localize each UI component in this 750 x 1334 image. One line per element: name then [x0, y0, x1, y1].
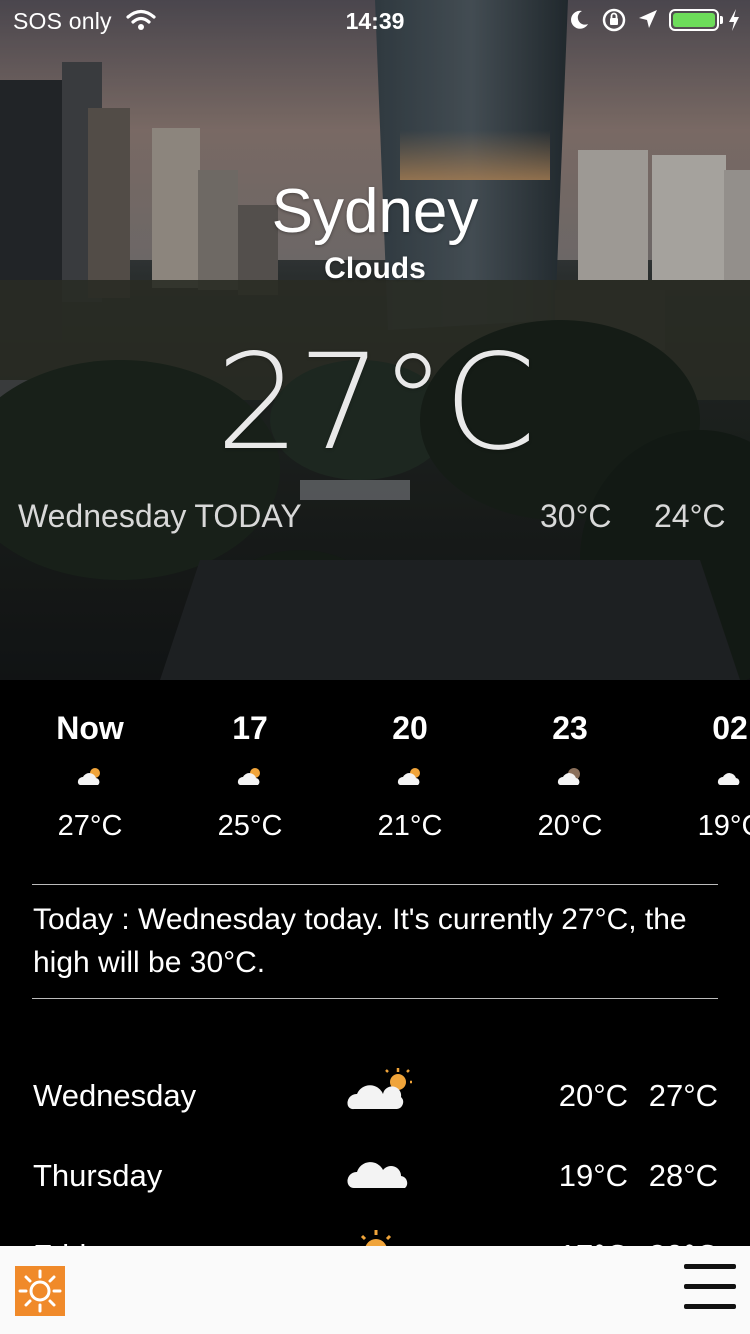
rotation-lock-icon — [601, 8, 627, 38]
hourly-forecast[interactable]: Now 27°C 17 25°C 20 21°C 23 20°C 02 19°C — [0, 680, 750, 885]
moon-icon — [568, 9, 590, 37]
partly-cloudy-day-icon — [344, 1066, 414, 1121]
charging-bolt-icon — [727, 8, 741, 38]
hour-label: 02 — [712, 710, 748, 746]
partly-cloudy-day-icon — [170, 754, 330, 798]
menu-icon — [684, 1304, 736, 1309]
daily-row: Wednesday 20°C 27°C — [0, 1066, 750, 1126]
today-summary: Today : Wednesday today. It's currently … — [33, 903, 687, 979]
hour-temp: 25°C — [217, 810, 283, 842]
current-temperature: 27°C — [215, 326, 536, 480]
daily-day-name: Wednesday — [33, 1078, 197, 1113]
today-low: 24°C — [654, 498, 726, 534]
hourly-item: 17 25°C — [170, 710, 330, 843]
daily-low: 20°C — [558, 1078, 628, 1113]
cloud-icon — [344, 1146, 414, 1201]
hero-background: SOS only 14:39 Sydney Clouds 27°C Wednes… — [0, 0, 750, 680]
hour-temp: 20°C — [537, 810, 603, 842]
daily-row: Thursday 19°C 28°C — [0, 1146, 750, 1206]
battery-tip — [720, 16, 723, 24]
hourly-item: Now 27°C — [10, 710, 170, 843]
hourly-item: 23 20°C — [490, 710, 650, 843]
weather-button[interactable] — [15, 1266, 65, 1316]
partly-cloudy-day-icon — [330, 754, 490, 798]
sun-icon — [18, 1269, 62, 1313]
hour-label: 23 — [552, 710, 588, 746]
hour-label: 17 — [232, 710, 268, 746]
status-bar: SOS only 14:39 — [0, 0, 750, 40]
daily-high: 28°C — [648, 1158, 718, 1193]
menu-icon — [684, 1284, 736, 1289]
hour-temp: 21°C — [377, 810, 443, 842]
hour-temp: 19°C — [697, 810, 750, 842]
daily-high: 27°C — [648, 1078, 718, 1113]
today-day-name: Wednesday — [18, 498, 187, 534]
partly-cloudy-day-icon — [10, 754, 170, 798]
current-condition: Clouds — [324, 252, 426, 285]
daily-low: 19°C — [558, 1158, 628, 1193]
hourly-item: 20 21°C — [330, 710, 490, 843]
partly-cloudy-night-icon — [490, 754, 650, 798]
hour-temp: 27°C — [57, 810, 123, 842]
city-name: Sydney — [271, 177, 479, 246]
divider — [32, 998, 718, 999]
hourly-item: 02 19°C — [650, 710, 750, 843]
menu-icon — [684, 1264, 736, 1269]
bottom-toolbar — [0, 1246, 750, 1334]
today-tag: TODAY — [194, 498, 302, 534]
cloud-icon — [650, 754, 750, 798]
battery-level — [673, 13, 715, 27]
today-high: 30°C — [540, 498, 612, 534]
today-label: Wednesday TODAY — [18, 498, 302, 535]
divider — [32, 884, 718, 885]
battery-icon — [669, 9, 719, 31]
daily-day-name: Thursday — [33, 1158, 163, 1193]
location-arrow-icon — [637, 8, 659, 36]
menu-button[interactable] — [684, 1262, 736, 1314]
hour-label: 20 — [392, 710, 428, 746]
hour-label: Now — [56, 710, 124, 746]
